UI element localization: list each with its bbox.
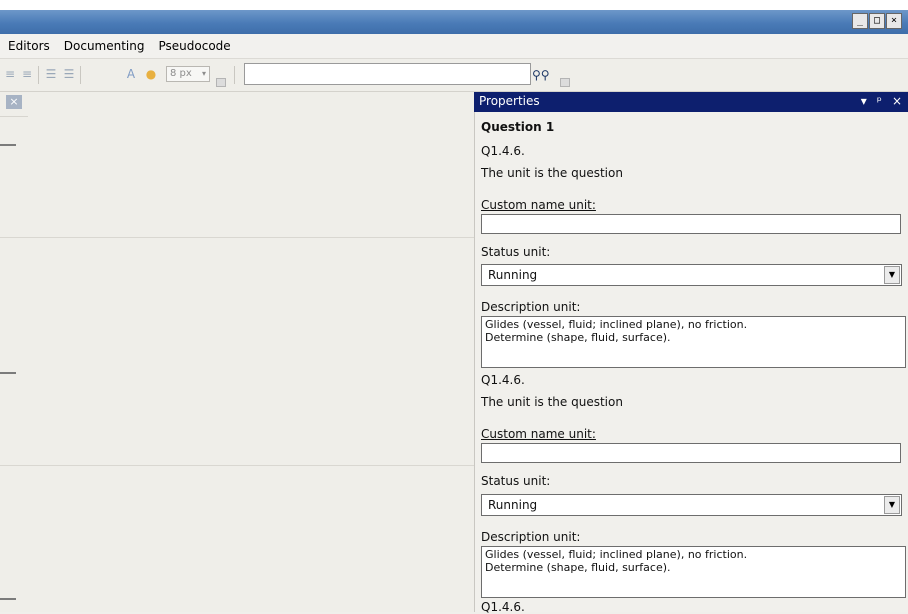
properties-controls: ▾ ᵖ × [861,94,902,108]
chevron-down-icon: ▾ [201,69,206,78]
description-line: Determine (shape, fluid, surface). [485,331,671,344]
scroll-marker [0,372,16,374]
custom-name-field[interactable] [481,214,901,234]
numbered-list-icon[interactable]: ☰ [62,67,76,81]
window-titlebar: _ □ × [0,10,908,34]
description-label: Description unit: [481,530,581,544]
close-icon[interactable]: × [6,95,22,109]
toolbar-overflow-icon[interactable] [560,78,570,87]
binoculars-icon[interactable]: ⚲⚲ [532,68,550,82]
status-label: Status unit: [481,245,551,259]
document-pane [0,92,474,612]
minimize-button[interactable]: _ [852,13,868,29]
color-wheel-icon[interactable]: ● [144,67,158,81]
description-line: Glides (vessel, fluid; inclined plane), … [485,318,748,331]
status-value: Running [488,498,538,512]
toolbar-separator [38,66,39,84]
description-line: Glides (vessel, fluid; inclined plane), … [485,548,748,561]
unit-code: Q1.4.6. [481,144,525,158]
menu-editors[interactable]: Editors [0,39,56,53]
indent-icon[interactable]: ≡ [20,67,34,81]
status-select[interactable]: Running ▼ [481,494,902,516]
pin-icon[interactable]: ᵖ [877,94,882,108]
font-size-dropdown[interactable]: 8 px ▾ [166,66,210,82]
close-button[interactable]: × [886,13,902,29]
properties-title: Properties [479,94,540,108]
toolbar-separator [234,66,235,84]
chevron-down-icon[interactable]: ▼ [884,266,900,284]
custom-name-label: Custom name unit: [481,427,596,441]
unit-summary: The unit is the question [481,166,623,180]
scroll-marker [0,144,16,146]
bullet-list-icon[interactable]: ☰ [44,67,58,81]
properties-header: Properties ▾ ᵖ × [474,92,908,112]
status-label: Status unit: [481,474,551,488]
text-color-icon[interactable]: A [124,67,138,81]
top-strip [0,0,908,10]
status-select[interactable]: Running ▼ [481,264,902,286]
close-icon[interactable]: × [892,94,902,108]
search-input[interactable] [244,63,531,85]
divider [0,116,28,117]
unit-summary: The unit is the question [481,395,623,409]
font-size-value: 8 px [170,68,192,79]
custom-name-label: Custom name unit: [481,198,596,212]
description-textarea[interactable]: Glides (vessel, fluid; inclined plane), … [481,546,906,598]
description-line: Determine (shape, fluid, surface). [485,561,671,574]
menu-pseudocode[interactable]: Pseudocode [151,39,237,53]
custom-name-field[interactable] [481,443,901,463]
description-textarea[interactable]: Glides (vessel, fluid; inclined plane), … [481,316,906,368]
unit-code: Q1.4.6. [481,373,525,387]
question-heading: Question 1 [481,120,555,134]
menu-bar: Editors Documenting Pseudocode [0,34,908,59]
toolbar-separator [80,66,81,84]
outdent-icon[interactable]: ≡ [3,67,17,81]
maximize-button[interactable]: □ [869,13,885,29]
menu-documenting[interactable]: Documenting [56,39,151,53]
status-value: Running [488,268,538,282]
window-controls: _ □ × [852,13,902,29]
description-label: Description unit: [481,300,581,314]
chevron-down-icon[interactable]: ▼ [884,496,900,514]
panel-menu-icon[interactable]: ▾ [861,94,867,108]
scroll-marker [0,598,16,600]
toolbar-overflow-icon[interactable] [216,78,226,87]
